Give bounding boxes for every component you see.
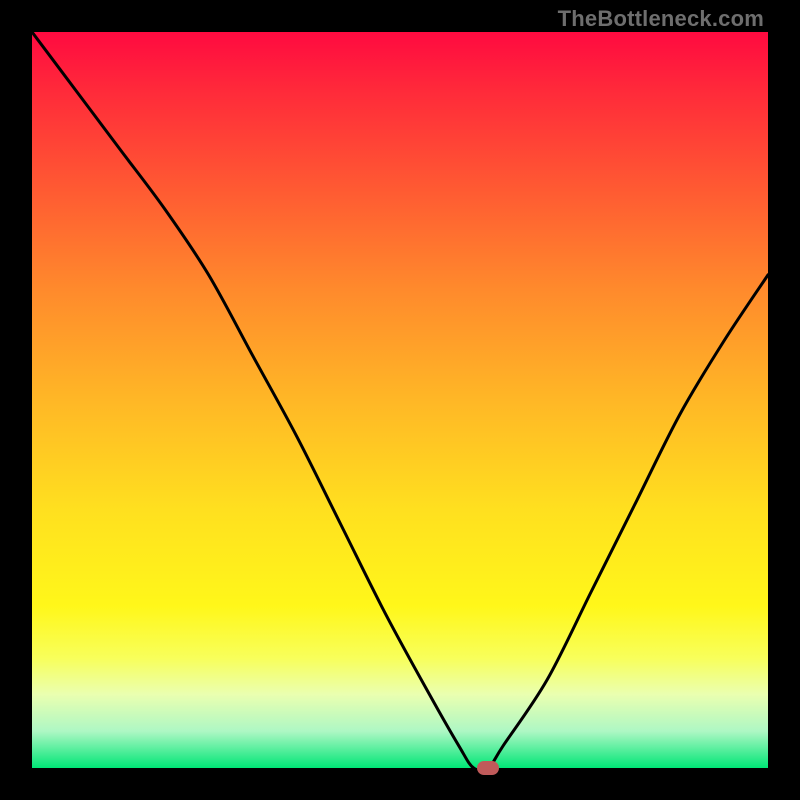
plot-area bbox=[32, 32, 768, 768]
chart-frame: TheBottleneck.com bbox=[0, 0, 800, 800]
optimal-point-marker bbox=[477, 761, 499, 775]
bottleneck-curve bbox=[32, 32, 768, 768]
watermark-text: TheBottleneck.com bbox=[558, 6, 764, 32]
